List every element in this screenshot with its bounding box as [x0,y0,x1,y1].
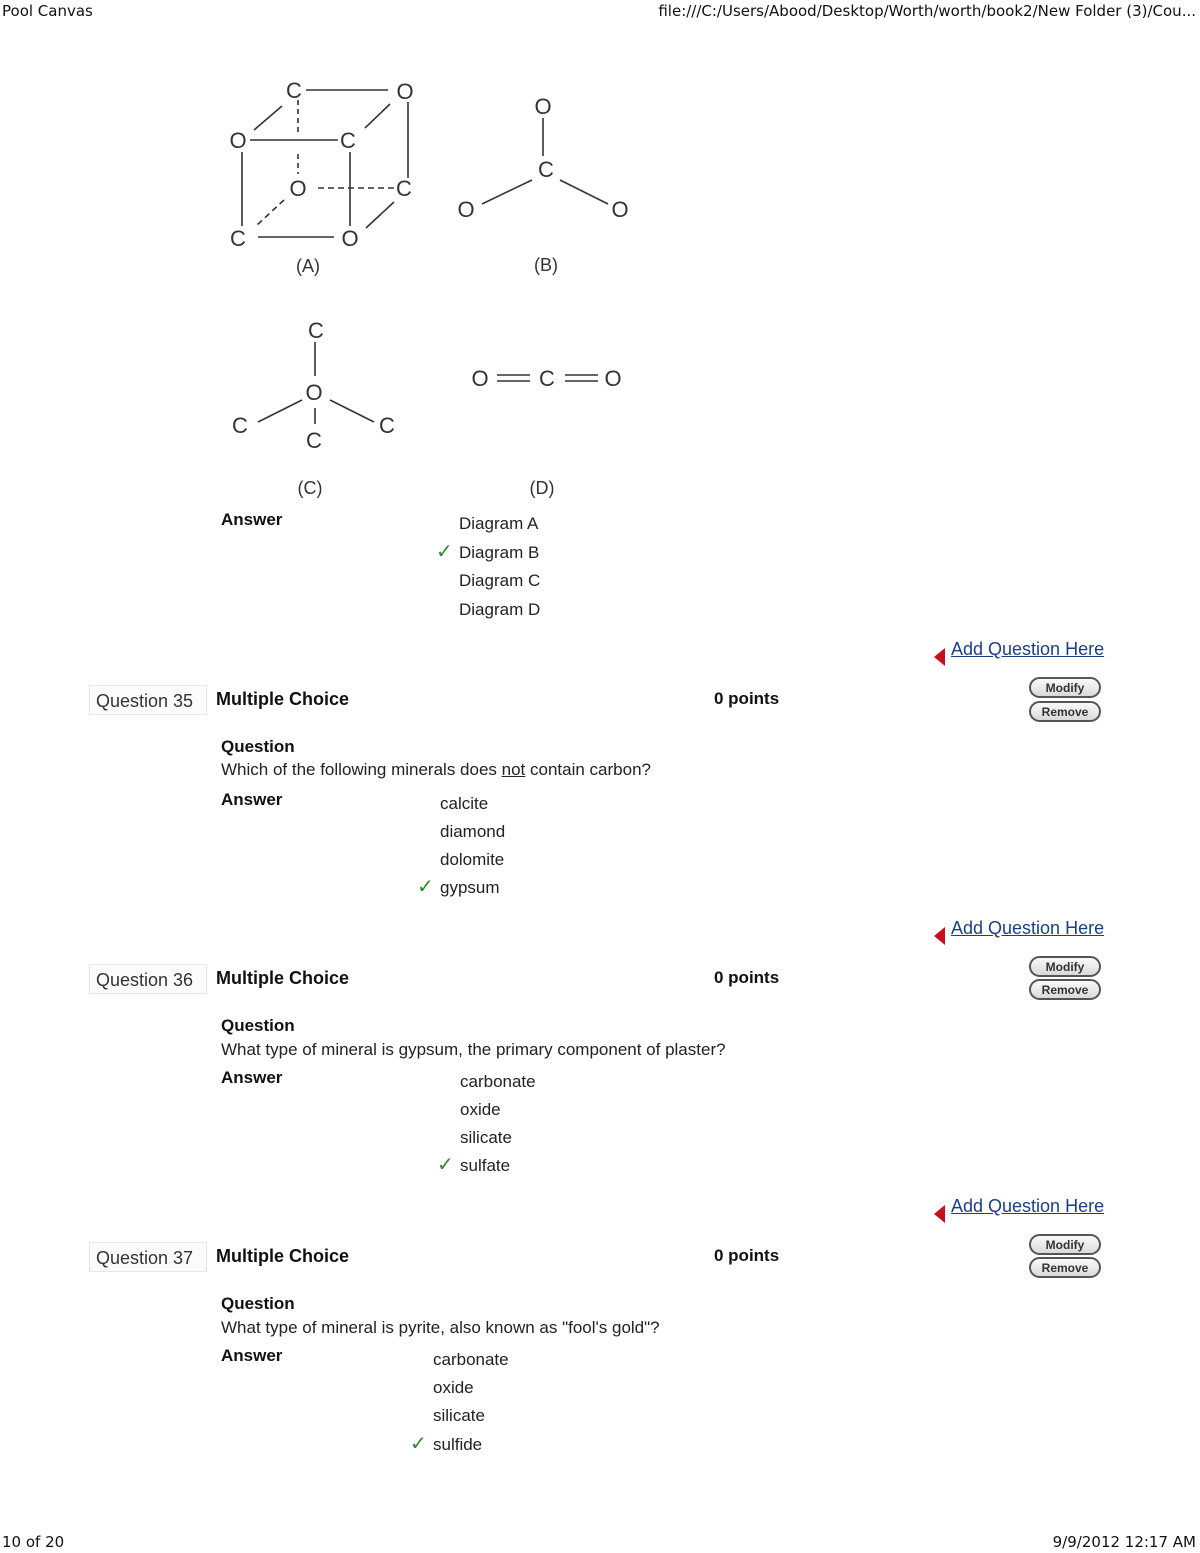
atom-label: C [308,318,324,343]
answer-choice: Diagram B [459,543,540,562]
modify-button[interactable]: Modify [1029,677,1101,698]
add-question-arrow-icon [934,1205,945,1223]
atom-label: O [457,197,474,222]
atom-label: O [604,366,621,391]
answer-choice: carbonate [433,1350,509,1369]
diagram-caption-d: (D) [530,478,555,498]
atom-label: C [379,413,395,438]
add-question-link[interactable]: Add Question Here [951,639,1104,660]
answer-choice: gypsum [440,878,500,897]
remove-button[interactable]: Remove [1029,1257,1101,1278]
answer-choice: dolomite [440,850,505,869]
atom-label: C [232,413,248,438]
question-text: What type of mineral is pyrite, also kno… [221,1318,660,1337]
question-number: Question 37 [89,1242,207,1272]
answer-choice: Diagram C [459,571,541,590]
answer-choice: oxide [433,1378,474,1397]
correct-check-icon: ✓ [436,541,453,563]
correct-check-icon: ✓ [417,876,434,898]
answer-label: Answer [221,1068,283,1087]
remove-button[interactable]: Remove [1029,979,1101,1000]
modify-button[interactable]: Modify [1029,956,1101,977]
question-text: What type of mineral is gypsum, the prim… [221,1040,726,1059]
add-question-link[interactable]: Add Question Here [951,1196,1104,1217]
answer-label: Answer [221,1346,283,1365]
answer-choice: sulfide [433,1435,483,1454]
remove-button[interactable]: Remove [1029,701,1101,722]
print-footer-page: 10 of 20 [2,1533,65,1551]
answer-choice: oxide [460,1100,501,1119]
atom-label: C [340,128,356,153]
answer-choice: carbonate [460,1072,536,1091]
answer-choice: calcite [440,794,489,813]
print-footer-datetime: 9/9/2012 12:17 AM [1052,1533,1196,1551]
correct-check-icon: ✓ [437,1154,454,1176]
atom-label: C [230,226,246,251]
atom-label: C [396,176,412,201]
answer-choice: Diagram A [459,514,539,533]
question-points: 0 points [714,1246,780,1265]
question-label: Question [221,1294,295,1313]
question-number: Question 36 [89,964,207,994]
question-type: Multiple Choice [216,968,350,988]
atom-label: O [341,226,358,251]
question-label: Question [221,737,295,756]
question-points: 0 points [714,689,780,708]
atom-label: C [286,78,302,103]
answer-choice: Diagram D [459,600,541,619]
answer-choice: sulfate [460,1156,511,1175]
atom-label: O [611,197,628,222]
diagram-caption-a: (A) [296,256,320,276]
correct-check-icon: ✓ [410,1433,427,1455]
atom-label: C [306,428,322,453]
add-question-link[interactable]: Add Question Here [951,918,1104,939]
add-question-arrow-icon [934,927,945,945]
atom-label: O [289,176,306,201]
answer-choice: diamond [440,822,506,841]
answer-choice: silicate [460,1128,512,1147]
question-type: Multiple Choice [216,689,350,709]
answer-choice: silicate [433,1406,485,1425]
atom-label: O [471,366,488,391]
diagram-caption-b: (B) [534,255,558,275]
print-header-title: Pool Canvas [2,2,93,20]
question-label: Question [221,1016,295,1035]
atom-label: O [305,380,322,405]
answer-label: Answer [221,790,283,809]
print-header-url: file:///C:/Users/Abood/Desktop/Worth/wor… [658,2,1196,20]
atom-label: O [534,94,551,119]
question-points: 0 points [714,968,780,987]
modify-button[interactable]: Modify [1029,1234,1101,1255]
answer-label: Answer [221,510,283,529]
question-number: Question 35 [89,685,207,715]
molecule-diagrams: C O O C O C C O O C O O C O C C C O C O … [229,78,628,498]
atom-label: C [539,366,555,391]
question-type: Multiple Choice [216,1246,350,1266]
atom-label: O [229,128,246,153]
atom-label: O [396,79,413,104]
add-question-arrow-icon [934,648,945,666]
question-text: Which of the following minerals does not… [221,760,651,779]
diagram-caption-c: (C) [298,478,323,498]
atom-label: C [538,157,554,182]
